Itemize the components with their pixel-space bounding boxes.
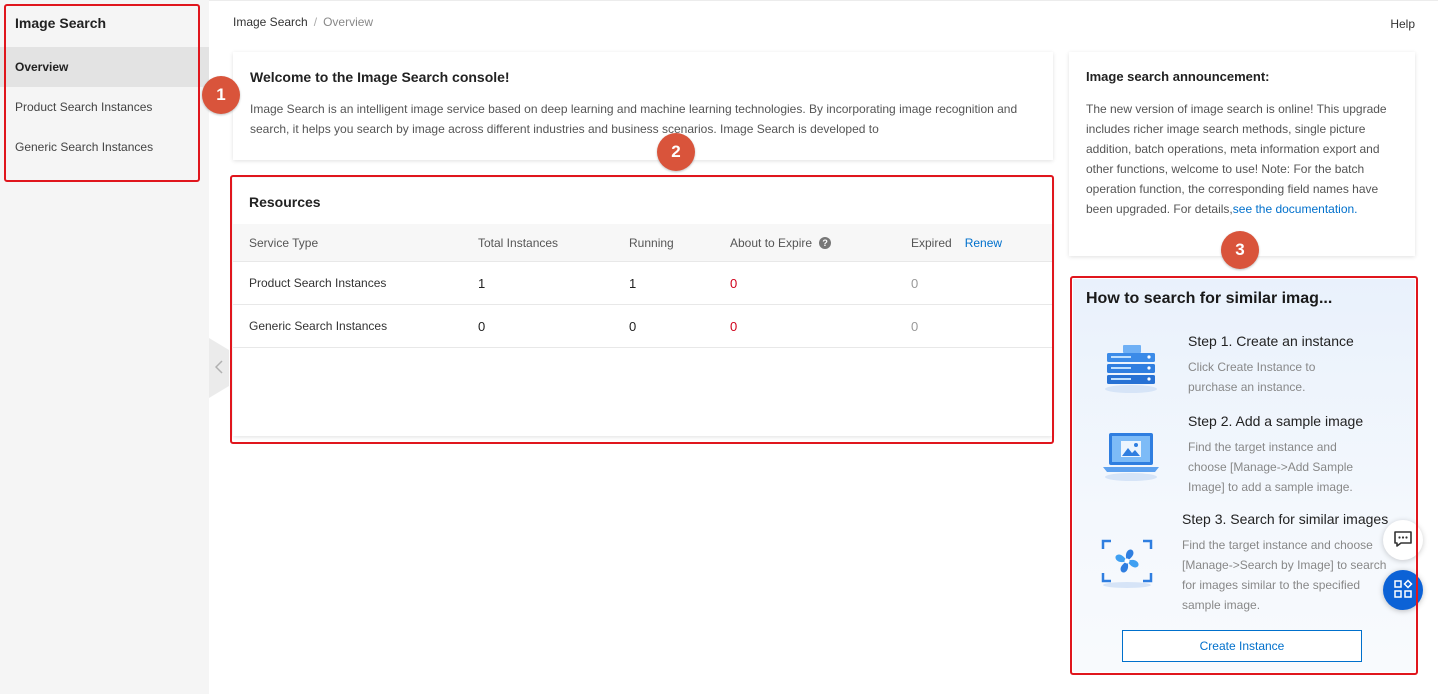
help-link[interactable]: Help [1390, 17, 1415, 31]
sidebar-item-overview[interactable]: Overview [0, 47, 209, 87]
annotation-badge-2: 2 [657, 133, 695, 171]
step-1-desc: Click Create Instance to purchase an ins… [1188, 360, 1316, 394]
annotation-badge-1: 1 [202, 76, 240, 114]
sidebar-title: Image Search [15, 15, 107, 31]
breadcrumb: Image Search / Overview [233, 15, 373, 29]
renew-link[interactable]: Renew [965, 236, 1002, 250]
announcement-body: The new version of image search is onlin… [1086, 99, 1398, 219]
announcement-title: Image search announcement: [1086, 69, 1270, 84]
row-expired: 0 [911, 318, 919, 334]
step-3-desc: Find the target instance and choose [Man… [1182, 538, 1387, 612]
search-scan-icon [1095, 533, 1161, 589]
col-expired: Expired Renew [911, 224, 1002, 261]
sidebar-item-product-search-instances[interactable]: Product Search Instances [0, 87, 209, 127]
welcome-card: Welcome to the Image Search console! Ima… [233, 52, 1053, 160]
col-about-to-expire: About to Expire ? [730, 224, 832, 261]
row-service-type: Product Search Instances [249, 276, 387, 290]
table-row: Product Search Instances 1 1 0 0 [233, 262, 1053, 305]
laptop-image-icon [1099, 427, 1165, 483]
col-service-type: Service Type [249, 235, 319, 250]
annotation-badge-3: 3 [1221, 231, 1259, 269]
chat-button[interactable] [1383, 520, 1423, 560]
resources-table: Service Type Total Instances Running Abo… [233, 224, 1053, 348]
resources-title: Resources [249, 194, 321, 210]
table-header: Service Type Total Instances Running Abo… [233, 224, 1053, 262]
announcement-card: Image search announcement: The new versi… [1069, 52, 1415, 256]
row-running: 1 [629, 275, 637, 291]
question-icon[interactable]: ? [819, 236, 832, 249]
sidebar: Image Search Overview Product Search Ins… [0, 0, 209, 694]
row-total-instances: 1 [478, 275, 486, 291]
apps-button[interactable] [1383, 570, 1423, 610]
apps-icon [1393, 578, 1413, 602]
row-about-to-expire: 0 [730, 275, 738, 291]
breadcrumb-current: Overview [323, 15, 374, 29]
howto-card: How to search for similar imag... Step 1… [1073, 279, 1415, 672]
col-running: Running [629, 235, 674, 250]
step-2-title: Step 2. Add a sample image [1188, 413, 1364, 429]
col-total-instances: Total Instances [478, 235, 559, 250]
col-about-to-expire-label: About to Expire [730, 235, 813, 250]
step-2-desc: Find the target instance and choose [Man… [1188, 440, 1354, 494]
chat-icon [1393, 529, 1413, 552]
howto-title: How to search for similar imag... [1086, 290, 1333, 307]
table-row: Generic Search Instances 0 0 0 0 [233, 305, 1053, 348]
top-divider [209, 0, 1438, 1]
step-1-title: Step 1. Create an instance [1188, 333, 1354, 349]
row-total-instances: 0 [478, 318, 486, 334]
step-3-title: Step 3. Search for similar images [1182, 511, 1389, 527]
documentation-link[interactable]: see the documentation. [1233, 202, 1358, 216]
row-service-type: Generic Search Instances [249, 319, 388, 333]
sidebar-collapse-handle[interactable] [209, 338, 229, 398]
welcome-body: Image Search is an intelligent image ser… [250, 102, 1018, 136]
chevron-left-icon [214, 359, 223, 377]
resources-card: Resources Service Type Total Instances R… [233, 178, 1053, 436]
breadcrumb-root[interactable]: Image Search [233, 15, 308, 29]
row-about-to-expire: 0 [730, 318, 738, 334]
row-expired: 0 [911, 275, 919, 291]
col-expired-label: Expired [911, 235, 952, 250]
sidebar-item-generic-search-instances[interactable]: Generic Search Instances [0, 127, 209, 167]
create-instance-button[interactable]: Create Instance [1122, 630, 1362, 662]
announcement-text: The new version of image search is onlin… [1086, 102, 1387, 216]
row-running: 0 [629, 318, 637, 334]
server-icon [1099, 339, 1165, 395]
welcome-title: Welcome to the Image Search console! [250, 69, 510, 85]
breadcrumb-separator: / [313, 15, 318, 29]
